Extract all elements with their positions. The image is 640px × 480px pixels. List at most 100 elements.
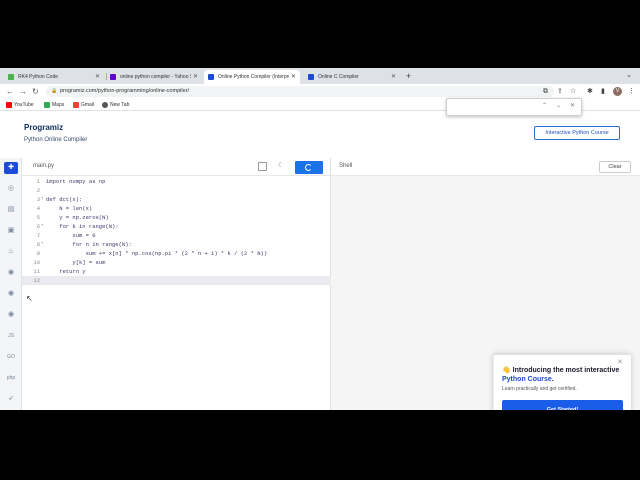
java-icon[interactable]: ♨ <box>4 246 18 258</box>
code-line: 10 y[k] = sum <box>22 258 331 267</box>
swift-icon[interactable]: ➶ <box>4 393 18 405</box>
address-toolbar: ← → ↻ 🔒 programiz.com/python-programming… <box>0 84 640 99</box>
youtube-icon <box>6 102 12 108</box>
code-text[interactable]: N = len(x) <box>46 204 92 213</box>
code-text[interactable]: y[k] = sum <box>46 258 105 267</box>
tab-yahoo[interactable]: online python compiler - Yahoo Se ✕ <box>106 70 202 84</box>
line-number: 5 <box>36 214 40 221</box>
avatar[interactable]: V <box>613 87 622 96</box>
fold-icon[interactable]: ▾ <box>41 195 43 204</box>
line-number: 11 <box>33 268 40 275</box>
programiz-logo[interactable]: Programiz <box>24 123 63 132</box>
code-text[interactable]: sum = 0 <box>46 231 95 240</box>
menu-icon[interactable]: ⋮ <box>628 87 635 96</box>
code-text[interactable]: import numpy as np <box>46 177 105 186</box>
promo-subtitle: Learn practically and get certified. <box>502 386 577 392</box>
get-started-button[interactable]: Get Started! <box>502 400 623 410</box>
find-bar: ⌃ ⌄ ✕ <box>446 98 582 116</box>
share-icon[interactable]: ⇪ <box>557 87 563 96</box>
python-icon[interactable]: ✚ <box>4 162 18 174</box>
moon-icon[interactable]: ☾ <box>278 161 284 169</box>
page-subtitle: Python Online Compiler <box>24 137 88 143</box>
forward-icon[interactable]: → <box>19 87 27 96</box>
mouse-cursor-icon: ↖ <box>26 294 33 303</box>
line-number: 3 <box>36 196 40 203</box>
tab-programiz-python[interactable]: Online Python Compiler (Interprete ✕ <box>204 70 300 84</box>
close-icon[interactable]: ✕ <box>570 102 575 109</box>
editor-header: main.py ☾ <box>22 158 331 176</box>
bookmark-maps[interactable]: Maps <box>44 101 64 109</box>
fold-icon[interactable]: ▾ <box>41 222 43 231</box>
file-tab[interactable]: main.py <box>33 163 54 169</box>
star-icon[interactable]: ☆ <box>570 87 576 96</box>
bookmark-gmail[interactable]: Gmail <box>73 101 94 109</box>
bookmark-label: New Tab <box>110 102 130 108</box>
run-button[interactable] <box>295 161 323 174</box>
fold-icon[interactable]: ▾ <box>41 240 43 249</box>
js-icon[interactable]: JS <box>4 330 18 342</box>
loading-icon <box>305 164 312 171</box>
tab-favicon <box>110 74 116 80</box>
line-number: 7 <box>36 232 40 239</box>
chevron-down-icon[interactable]: ⌄ <box>626 71 632 79</box>
code-line-current: 12 <box>22 276 331 285</box>
sql-icon[interactable]: ▤ <box>4 204 18 216</box>
close-icon[interactable]: ✕ <box>391 70 396 84</box>
c-icon[interactable]: ◉ <box>4 267 18 279</box>
html-icon[interactable]: ▣ <box>4 225 18 237</box>
code-line: 7 sum = 0 <box>22 231 331 240</box>
code-text[interactable]: return y <box>46 267 85 276</box>
code-text[interactable]: for n in range(N): <box>46 240 131 249</box>
code-editor: main.py ☾ 1 import numpy as np 2 3 ▾ def dc… <box>22 158 331 410</box>
tab-title: Online C Compiler <box>318 74 359 80</box>
back-icon[interactable]: ← <box>6 87 14 96</box>
code-line: 2 <box>22 186 331 195</box>
tab-favicon <box>208 74 214 80</box>
line-number: 9 <box>36 250 40 257</box>
code-line: 3 ▾ def dct(x): <box>22 195 331 204</box>
url-bar[interactable]: 🔒 programiz.com/python-programming/onlin… <box>46 86 554 97</box>
extensions-icon[interactable]: ✱ <box>587 87 593 96</box>
sidepanel-icon[interactable]: ▮ <box>601 87 605 96</box>
code-text[interactable]: sum += x[n] * np.cos(np.pi * (2 * n + 1)… <box>46 249 268 258</box>
interactive-course-button[interactable]: Interactive Python Course <box>534 126 620 140</box>
code-line: 8 ▾ for n in range(N): <box>22 240 331 249</box>
new-tab-button[interactable]: + <box>406 70 411 82</box>
code-line: 11 return y <box>22 267 331 276</box>
close-icon[interactable]: ✕ <box>190 70 198 84</box>
chevron-down-icon[interactable]: ⌄ <box>556 102 561 109</box>
tab-rk4[interactable]: RK4 Python Code ✕ <box>4 70 104 84</box>
bookmark-youtube[interactable]: YouTube <box>6 101 34 109</box>
csharp-icon[interactable]: ◉ <box>4 309 18 321</box>
wave-emoji: 👋 <box>502 367 511 374</box>
promo-title-suffix: . <box>551 376 554 383</box>
shell-label: Shell <box>339 163 353 169</box>
line-number: 4 <box>36 205 40 212</box>
tab-title: online python compiler - Yahoo Se <box>120 74 196 80</box>
url-text: programiz.com/python-programming/online-… <box>60 88 189 94</box>
line-number: 6 <box>36 223 40 230</box>
php-icon[interactable]: php <box>4 372 18 384</box>
promo-popup: ✕ 👋 Introducing the most interactive Pyt… <box>493 354 631 410</box>
code-text[interactable]: y = np.zeros(N) <box>46 213 109 222</box>
close-icon[interactable]: ✕ <box>95 70 100 84</box>
go-icon[interactable]: GO <box>4 351 18 363</box>
tab-favicon <box>8 74 14 80</box>
install-icon[interactable]: ⧉ <box>543 87 548 96</box>
bookmark-new-tab[interactable]: New Tab <box>102 101 129 109</box>
chevron-up-icon[interactable]: ⌃ <box>542 102 547 109</box>
r-icon[interactable]: ◎ <box>4 183 18 195</box>
reload-icon[interactable]: ↻ <box>32 87 39 96</box>
maps-icon <box>44 102 50 108</box>
code-text[interactable]: for k in range(N): <box>46 222 118 231</box>
tab-favicon <box>308 74 314 80</box>
close-icon[interactable]: ✕ <box>617 358 623 366</box>
close-icon[interactable]: ✕ <box>288 70 296 84</box>
fullscreen-icon[interactable] <box>258 162 267 171</box>
cpp-icon[interactable]: ◉ <box>4 288 18 300</box>
tab-bar: RK4 Python Code ✕ online python compiler… <box>0 68 640 84</box>
tab-programiz-c[interactable]: Online C Compiler ✕ <box>304 70 400 84</box>
code-text[interactable]: def dct(x): <box>46 195 82 204</box>
clear-button[interactable]: Clear <box>599 161 631 173</box>
lock-icon: 🔒 <box>51 88 58 94</box>
